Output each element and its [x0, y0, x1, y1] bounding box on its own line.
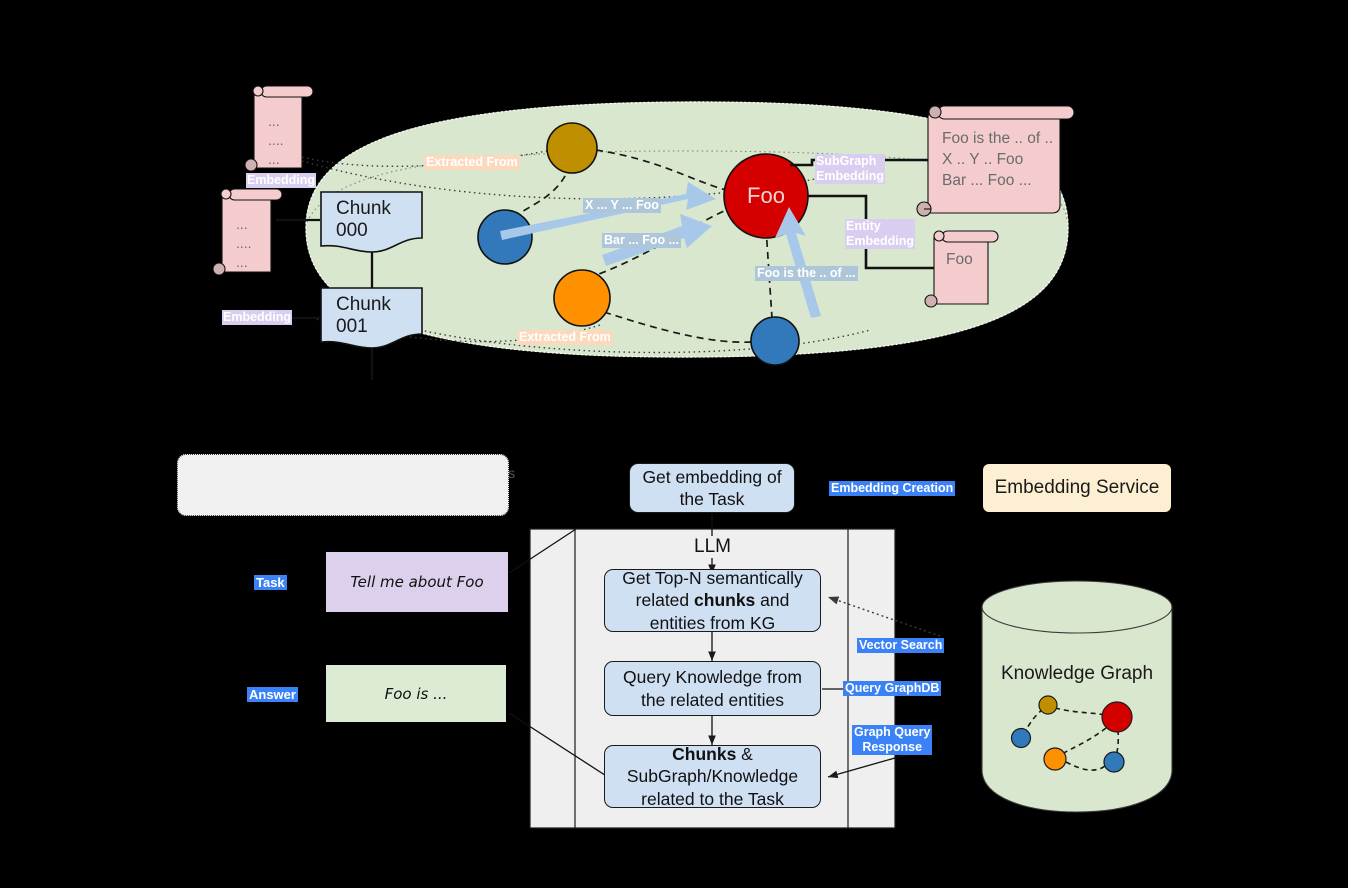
relation-label-text: X ... Y ... Foo: [585, 198, 659, 212]
graph-query-response-line1: Graph Query: [854, 725, 931, 739]
query-graphdb-label: Query GraphDB: [843, 681, 942, 696]
vector-search-text: Vector Search: [859, 638, 943, 652]
task-tag-text: Task: [256, 575, 285, 590]
chunk-001: Chunk 001: [322, 288, 422, 344]
step-topn-line3: entities from KG: [649, 612, 776, 633]
relation-label-text: Bar ... Foo ...: [604, 233, 680, 247]
step-topn-line1: Get Top-N semantically: [622, 567, 803, 588]
embedding-creation-text: Embedding Creation: [831, 481, 954, 495]
embedding-creation-label: Embedding Creation: [829, 481, 956, 496]
chunk-label-line2: 000: [336, 220, 368, 241]
query-graphdb-text: Query GraphDB: [845, 681, 940, 695]
relation-label-1: X ... Y ... Foo: [583, 198, 661, 213]
flow-step-topn[interactable]: Get Top-N semantically related chunks an…: [604, 567, 821, 633]
subgraph-scroll-lines: Foo is the .. of .. X .. Y .. Foo Bar ..…: [942, 129, 1053, 192]
scroll-line: Foo is the .. of ..: [942, 130, 1054, 147]
chunk-label-line2: 001: [336, 316, 368, 337]
step-result-line1c: &: [736, 743, 753, 764]
embedding-service-box[interactable]: Embedding Service: [983, 464, 1171, 512]
entity-scroll-lines: Foo: [946, 250, 973, 271]
entity-embedding-line2: Embedding: [846, 233, 915, 248]
step-result-line2: SubGraph/Knowledge: [626, 766, 799, 787]
graph-query-response-label: Graph Query Response: [852, 725, 933, 755]
embedding-label-1: Embedding: [246, 173, 317, 188]
step-topn-chunks-bold: chunks: [694, 590, 756, 611]
get-embedding-line2: the Task: [679, 489, 745, 509]
knowledge-graph-cylinder: [981, 580, 1173, 813]
task-tag: Task: [254, 575, 287, 591]
extracted-from-text: Extracted From: [426, 155, 518, 169]
embedding-service-label: Embedding Service: [994, 477, 1160, 498]
embedding-label-text: Embedding: [223, 310, 292, 324]
source-scroll-2-lines: ... .... ...: [236, 215, 252, 272]
scroll-line: Foo: [946, 251, 973, 268]
scroll-line: X .. Y .. Foo: [942, 150, 1024, 168]
embedding-label-2: Embedding: [222, 310, 293, 325]
vector-search-label: Vector Search: [857, 638, 945, 653]
get-embedding-line1: Get embedding of: [642, 466, 782, 487]
llm-label: LLM: [690, 536, 735, 558]
chunk-label-line1: Chunk: [336, 198, 391, 220]
embedding-label-text: Embedding: [247, 173, 316, 187]
source-scroll-1-lines: ... .... ...: [268, 112, 284, 169]
scroll-line: ...: [236, 253, 248, 270]
knowledge-graph-label: Knowledge Graph: [1000, 663, 1154, 684]
answer-tag-text: Answer: [249, 687, 296, 702]
subgraph-embedding-label: SubGraph Embedding: [815, 154, 886, 184]
subgraph-embedding-line2: Embedding: [816, 168, 885, 183]
task-box[interactable]: Tell me about Foo: [326, 552, 508, 612]
step-result-line3: related to the Task: [641, 788, 784, 809]
scroll-line: ...: [236, 216, 248, 232]
chunk-000: Chunk 000: [322, 192, 422, 248]
chunk-label-line1: Chunk: [336, 294, 391, 316]
scroll-line: Bar ... Foo ...: [942, 171, 1032, 189]
scroll-line: ...: [268, 113, 280, 129]
step-query-line2: the related entities: [640, 689, 784, 710]
answer-tag: Answer: [247, 687, 298, 703]
center-entity-label: Foo: [747, 183, 785, 208]
relation-label-3: Foo is the .. of ...: [755, 266, 858, 281]
extracted-from-label-2: Extracted From: [517, 330, 613, 345]
relation-label-text: Foo is the .. of ...: [757, 266, 856, 280]
answer-box[interactable]: Foo is ...: [326, 665, 506, 722]
legend-box: [177, 454, 509, 516]
entity-embedding-line1: Entity: [846, 219, 881, 233]
subgraph-embedding-line1: SubGraph: [816, 154, 877, 168]
flow-step-query-knowledge[interactable]: Query Knowledge from the related entitie…: [604, 661, 821, 716]
step-topn-line2a: related: [635, 590, 695, 611]
task-text: Tell me about Foo: [350, 573, 484, 591]
graph-query-response-line2: Response: [862, 739, 923, 754]
step-topn-line2c: and: [755, 590, 790, 611]
scroll-line: ...: [268, 150, 280, 167]
extracted-from-text: Extracted From: [519, 330, 611, 344]
relation-label-2: Bar ... Foo ...: [602, 233, 682, 248]
flow-step-result[interactable]: Chunks & SubGraph/Knowledge related to t…: [604, 743, 821, 809]
step-query-line1: Query Knowledge from: [623, 667, 802, 688]
scroll-line: ....: [236, 234, 252, 251]
extracted-from-label-1: Extracted From: [424, 155, 520, 170]
scroll-line: ....: [268, 131, 284, 148]
entity-embedding-label: Entity Embedding: [845, 219, 916, 249]
answer-text: Foo is ...: [384, 684, 448, 703]
get-embedding-step[interactable]: Get embedding of the Task: [629, 463, 795, 513]
step-result-chunks-bold: Chunks: [672, 743, 737, 764]
